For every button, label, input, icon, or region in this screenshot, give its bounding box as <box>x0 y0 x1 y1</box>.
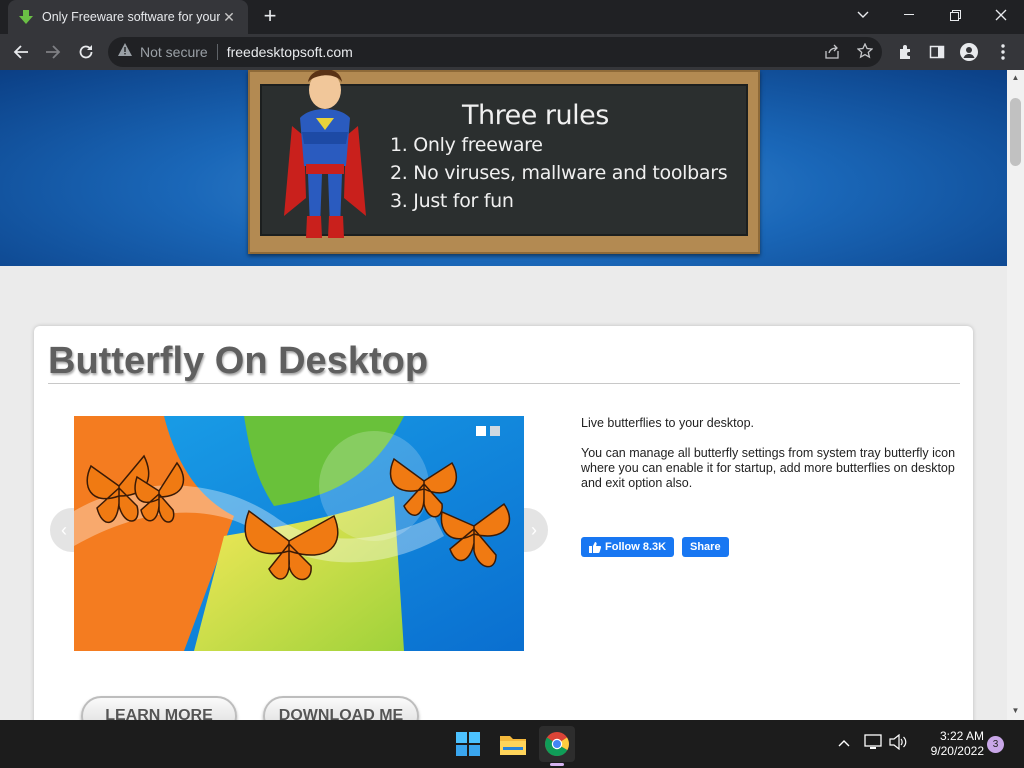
omnibox-divider <box>216 44 218 60</box>
tab-title: Only Freeware software for your <box>42 10 220 24</box>
scrollbar-thumb[interactable] <box>1010 98 1021 166</box>
follow-label: Follow 8.3K <box>605 541 667 553</box>
network-icon[interactable] <box>864 734 882 753</box>
chrome-active-indicator <box>550 763 564 766</box>
volume-icon[interactable] <box>889 733 907 753</box>
facebook-share-button[interactable]: Share <box>682 537 729 557</box>
facebook-follow-button[interactable]: Follow 8.3K <box>581 537 675 557</box>
file-explorer-icon[interactable] <box>495 726 531 762</box>
banner-title: Three rules <box>462 100 609 131</box>
butterflies-desktop-image <box>74 416 524 651</box>
tab-strip: Only Freeware software for your ✕ + <box>0 0 1024 34</box>
windows-taskbar: 3:22 AM 9/20/2022 3 <box>0 720 1024 768</box>
reload-icon[interactable] <box>73 39 99 65</box>
download-label: DOWNLOAD ME <box>278 707 404 720</box>
download-arrow-icon <box>18 9 34 25</box>
download-button[interactable]: DOWNLOAD ME <box>263 696 419 720</box>
rule-1: 1. Only freeware <box>390 134 543 156</box>
extensions-puzzle-icon[interactable] <box>893 39 919 65</box>
tab-search-icon[interactable] <box>840 0 886 30</box>
browser-toolbar: Not secure freedesktopsoft.com <box>0 34 1024 70</box>
superhero-mascot-image <box>284 70 366 238</box>
restore-button[interactable] <box>932 0 978 30</box>
page-scrollbar[interactable]: ▲ ▼ <box>1007 70 1024 720</box>
description-line-1: Live butterflies to your desktop. <box>581 416 755 430</box>
rule-3: 3. Just for fun <box>390 190 514 212</box>
product-title: Butterfly On Desktop <box>48 340 429 382</box>
notification-badge[interactable]: 3 <box>987 736 1004 753</box>
browser-tab[interactable]: Only Freeware software for your ✕ <box>8 0 248 34</box>
warning-icon[interactable] <box>118 43 132 61</box>
rule-2: 2. No viruses, mallware and toolbars <box>390 162 728 184</box>
share-icon[interactable] <box>824 44 840 65</box>
slider-next-arrow[interactable]: › <box>520 508 548 552</box>
product-screenshot-slider[interactable] <box>74 416 524 651</box>
product-description: Live butterflies to your desktop. You ca… <box>581 416 961 506</box>
clock-date: 9/20/2022 <box>930 744 984 758</box>
new-tab-button[interactable]: + <box>258 5 282 29</box>
side-panel-icon[interactable] <box>924 39 950 65</box>
bookmark-star-icon[interactable] <box>856 42 874 64</box>
chrome-taskbar-icon[interactable] <box>539 726 575 762</box>
scroll-up-arrow[interactable]: ▲ <box>1011 73 1020 82</box>
close-window-button[interactable] <box>978 0 1024 30</box>
forward-arrow-icon[interactable] <box>40 39 66 65</box>
slider-dot-1[interactable] <box>476 426 486 436</box>
clock-time: 3:22 AM <box>939 729 984 743</box>
profile-avatar-icon[interactable] <box>956 39 982 65</box>
description-line-2: You can manage all butterfly settings fr… <box>581 446 956 490</box>
slider-dot-2[interactable] <box>490 426 500 436</box>
show-hidden-icons-chevron-icon[interactable] <box>838 734 850 750</box>
start-windows-icon[interactable] <box>450 726 486 762</box>
tab-close-icon[interactable]: ✕ <box>220 9 238 26</box>
address-bar[interactable]: Not secure freedesktopsoft.com <box>108 37 882 67</box>
page-viewport: Three rules 1. Only freeware 2. No virus… <box>0 70 1007 720</box>
share-label: Share <box>690 541 721 553</box>
url-text[interactable]: freedesktopsoft.com <box>227 44 353 60</box>
title-divider <box>48 383 960 384</box>
back-arrow-icon[interactable] <box>8 39 34 65</box>
security-status[interactable]: Not secure <box>140 44 208 60</box>
learn-more-button[interactable]: LEARN MORE <box>81 696 237 720</box>
thumbs-up-icon <box>589 541 601 553</box>
menu-kebab-icon[interactable] <box>990 39 1016 65</box>
chalkboard: Three rules 1. Only freeware 2. No virus… <box>248 70 760 254</box>
system-clock[interactable]: 3:22 AM 9/20/2022 <box>914 729 984 759</box>
header-banner: Three rules 1. Only freeware 2. No virus… <box>0 70 1007 266</box>
learn-more-label: LEARN MORE <box>105 707 213 720</box>
product-card: Butterfly On Desktop ‹ › Live butterflie… <box>34 326 973 720</box>
scroll-down-arrow[interactable]: ▼ <box>1011 706 1020 715</box>
minimize-button[interactable] <box>886 0 932 30</box>
